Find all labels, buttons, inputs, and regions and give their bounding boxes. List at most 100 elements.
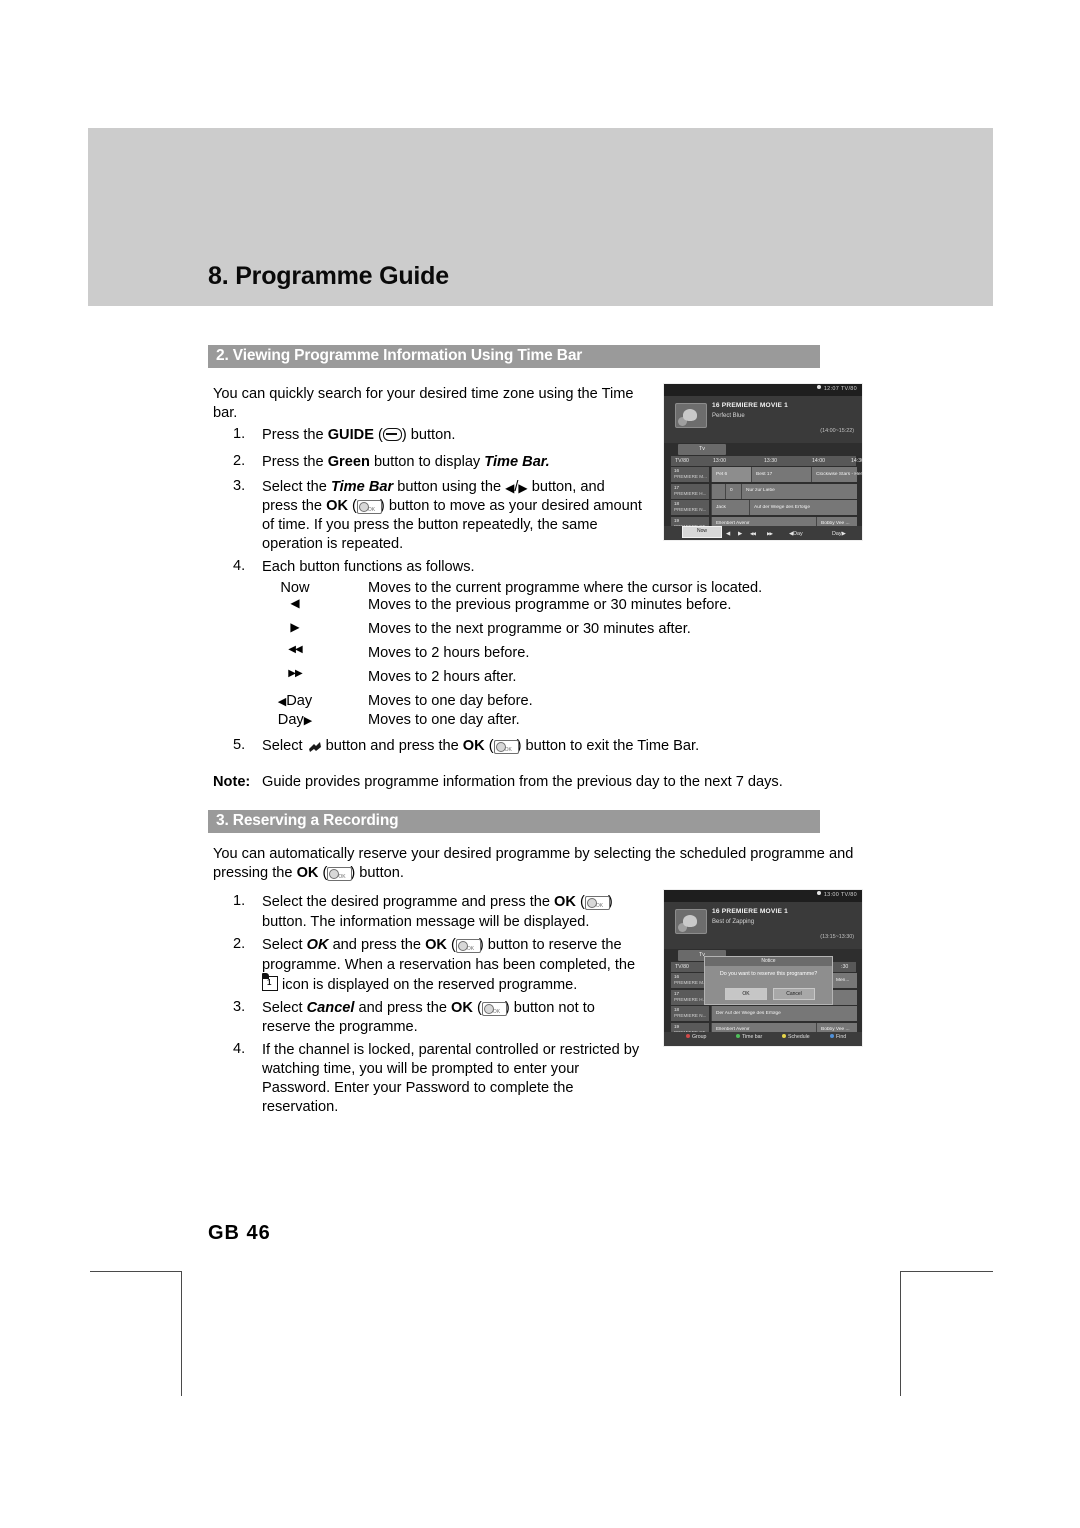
reserving-intro-line2: pressing the OK (OK) button.: [213, 865, 404, 881]
tv1-info-panel: 16 PREMIERE MOVIE 1 Perfect Blue (14:00~…: [664, 396, 862, 443]
tv1-row-18[interactable]: 18 PREMIERE N... Jack Auf der Wiege des E…: [671, 500, 857, 515]
fn-key-next: ▶: [250, 620, 340, 634]
reserve-step-number-4: 4.: [233, 1041, 246, 1057]
step-2-bolditalic: Time Bar.: [484, 454, 550, 470]
tv1-day-next-button[interactable]: Day▶: [832, 531, 846, 537]
fn-key-ff: ▶▶: [250, 668, 340, 679]
fn-desc-day-prev: Moves to one day before.: [368, 693, 533, 709]
tv1-cell-17-0[interactable]: [711, 483, 726, 499]
tv2-ch20-name: PREMIERE CO...: [674, 1046, 709, 1047]
tv2-row-18[interactable]: 18 PREMIERE N... Der Auf der Wiege des Er…: [671, 1006, 857, 1021]
tv1-cell-16-1[interactable]: Best 17: [751, 467, 812, 482]
tv1-time-header-2: 13:30: [764, 457, 777, 464]
tv2-time-header-0: TV/80: [675, 963, 689, 970]
dialog-ok-button[interactable]: OK: [725, 988, 767, 1000]
fn-key-prev-icon: ◀: [290, 596, 300, 610]
step-3-line3: of time. If you press the button repeate…: [262, 517, 598, 533]
fn-key-prev: ◀: [250, 596, 340, 610]
reserve-step-1-line1-a: Select the desired programme and press t…: [262, 894, 555, 910]
dialog-ok-label: OK: [742, 990, 750, 997]
tv1-cell-17-2[interactable]: Nur zur Liebe: [741, 483, 857, 499]
fn-key-day-next-label: Day: [277, 712, 304, 728]
tv2-colour-button-bar: Group Time bar Schedule Find: [664, 1032, 862, 1046]
fn-key-day-next-icon: ▶: [303, 715, 313, 727]
step-2-bold: Green: [327, 454, 370, 470]
step-1-mid: (: [373, 427, 383, 443]
tv1-cell-16-2[interactable]: Clockwise Stars - Heroes's Men...: [811, 467, 862, 482]
tv1-now-label: Now: [696, 528, 707, 535]
tv1-tab-tv[interactable]: Tv: [678, 444, 726, 455]
tv2-info-panel: 16 PREMIERE MOVIE 1 Best of Zapping (13:…: [664, 902, 862, 949]
exit-hand-icon: [307, 740, 322, 753]
reserve-step-3-line2: reserve the programme.: [262, 1019, 418, 1035]
ok-button-icon: OK: [327, 867, 353, 881]
tv1-row-17[interactable]: 17 PREMIERE H... 0 Nur zur Liebe: [671, 483, 857, 499]
right-arrow-icon: ▶: [518, 481, 528, 495]
dialog-cancel-button[interactable]: Cancel: [773, 988, 815, 1000]
fn-desc-next: Moves to the next programme or 30 minute…: [368, 621, 691, 637]
tv2-channel-18[interactable]: 18 PREMIERE N...: [671, 1006, 709, 1021]
tv2-timebar-button[interactable]: Time bar: [736, 1034, 762, 1040]
step-1-post: ) button.: [401, 427, 456, 443]
section-heading-time-bar-label: 2. Viewing Programme Information Using T…: [216, 347, 583, 364]
note-label: Note:: [213, 774, 251, 790]
tv1-channel-18[interactable]: 18 PREMIERE N...: [671, 500, 709, 515]
tv1-cell-17-1[interactable]: 0: [725, 483, 742, 499]
tv1-cell-16-0[interactable]: Pet 6: [711, 467, 752, 482]
section-heading-reserving-label: 3. Reserving a Recording: [216, 812, 399, 829]
tv2-schedule-button[interactable]: Schedule: [782, 1034, 810, 1040]
reserving-intro-ok-bold: OK: [296, 865, 319, 881]
step-2-pre: Press the: [262, 454, 328, 470]
tv2-ch18-num: 18: [674, 1007, 680, 1012]
reserve-step-3-line1-d: button not to: [509, 1000, 595, 1016]
step-3-line1-c: button, and: [527, 479, 605, 495]
reserve-step-2-line1-d: button to reserve the: [483, 937, 622, 953]
step-number-4: 4.: [233, 558, 246, 574]
tv1-cell-18-1[interactable]: Auf der Wiege des Erfolge: [749, 500, 857, 515]
step-2-text: Press the Green button to display Time B…: [262, 453, 550, 472]
tv1-nav-ff-icon[interactable]: ▶▶: [767, 531, 773, 537]
step-3-line2: press the OK (OK) button to move as your…: [262, 498, 642, 514]
tv1-row-16[interactable]: 16 PREMIERE M... Pet 6 Best 17 Clockwise …: [671, 467, 862, 482]
dialog-cancel-label: Cancel: [786, 990, 802, 997]
left-arrow-icon: ◀: [505, 481, 515, 495]
tv2-find-button[interactable]: Find: [830, 1034, 846, 1040]
step-3-ok-bold: OK: [326, 498, 348, 514]
tv1-tab-label: Tv: [699, 445, 705, 452]
reserve-step-4-line1: If the channel is locked, parental contr…: [262, 1042, 640, 1058]
tv1-channel-17[interactable]: 17 PREMIERE H...: [671, 483, 709, 499]
tv1-day-prev-button[interactable]: ◀Day: [789, 531, 803, 537]
reserve-step-1-line1: Select the desired programme and press t…: [262, 894, 613, 910]
tv1-ch16-name: PREMIERE M...: [674, 474, 707, 479]
tv2-group-button[interactable]: Group: [686, 1034, 706, 1040]
fn-key-now: Now: [250, 580, 340, 596]
tv1-now-button[interactable]: Now: [682, 526, 722, 538]
tv2-clock-text: 13:00 TV/80: [823, 892, 857, 898]
tv2-timebar-label: Time bar: [742, 1034, 763, 1040]
tv2-ch19-num: 19: [674, 1023, 680, 1029]
tv1-channel-16[interactable]: 16 PREMIERE M...: [671, 467, 709, 482]
fn-key-rew-icon: ◀◀: [288, 644, 302, 655]
tv1-nav-rew-icon[interactable]: ◀◀: [750, 531, 756, 537]
tv1-ch16-num: 16: [674, 468, 680, 473]
tv2-programme-subtitle: Best of Zapping: [712, 919, 755, 925]
ok-button-icon: OK: [481, 1002, 507, 1016]
section-heading-time-bar: 2. Viewing Programme Information Using T…: [208, 345, 820, 368]
tv1-clock-text: 12:07 TV/80: [823, 386, 857, 392]
tv1-cell-18-0[interactable]: Jack: [711, 500, 750, 515]
tv2-cell-18-0[interactable]: Der Auf der Wiege des Erfolge: [711, 1006, 857, 1021]
tv1-nav-next-icon[interactable]: ▶: [738, 531, 742, 537]
reserve-step-1-line2: button. The information message will be …: [262, 914, 590, 930]
time-bar-intro-line1: You can quickly search for your desired …: [213, 386, 634, 402]
reserve-step-2-line1-b: and press the: [328, 937, 426, 953]
step-5-a: Select: [262, 738, 307, 754]
tv1-programme-subtitle: Perfect Blue: [712, 413, 745, 419]
tv1-programme-time: (14:00~15:22): [820, 428, 854, 434]
tv1-time-header-row: TV/80 13:00 13:30 14:00 14:30: [671, 456, 862, 466]
fn-desc-ff: Moves to 2 hours after.: [368, 669, 517, 685]
dialog-title: Notice: [761, 958, 776, 964]
tv2-time-header-2: :30: [841, 963, 849, 970]
ok-button-icon: OK: [455, 939, 481, 953]
fn-key-rew: ◀◀: [250, 644, 340, 655]
tv1-nav-prev-icon[interactable]: ◀: [726, 531, 730, 537]
